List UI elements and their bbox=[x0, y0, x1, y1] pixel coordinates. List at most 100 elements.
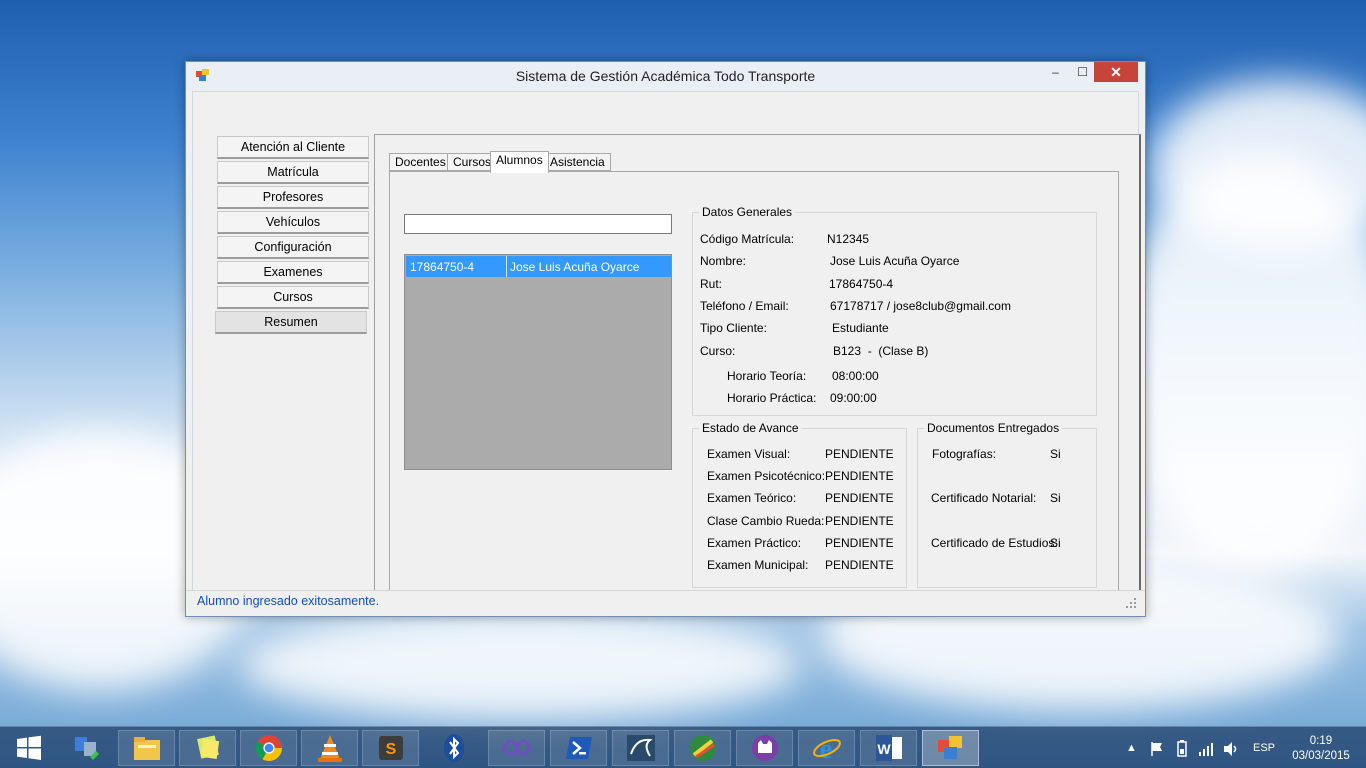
telefono-value: 67178717 / jose8club@gmail.com bbox=[830, 299, 1011, 313]
bluetooth-icon bbox=[443, 734, 464, 762]
tab-asistencia[interactable]: Asistencia bbox=[544, 153, 611, 171]
examen-teorico-label: Examen Teórico: bbox=[707, 491, 797, 505]
certificado-estudios-value: Si bbox=[1050, 536, 1061, 550]
show-hidden-icons[interactable]: ▲ bbox=[1126, 727, 1137, 768]
students-list[interactable]: 17864750-4 Jose Luis Acuña Oyarce bbox=[404, 254, 672, 470]
menu-cursos-button[interactable]: Cursos bbox=[217, 286, 369, 309]
list-item-rut: 17864750-4 bbox=[410, 260, 475, 274]
search-input[interactable] bbox=[404, 214, 672, 234]
svg-text:W: W bbox=[877, 741, 891, 757]
taskbar-app[interactable] bbox=[922, 730, 979, 766]
documentos-title: Documentos Entregados bbox=[924, 421, 1063, 435]
taskbar-pidgin[interactable] bbox=[674, 730, 731, 766]
main-panel: Docentes Cursos Alumnos Asistencia 17864… bbox=[374, 134, 1141, 602]
taskbar-file-explorer[interactable] bbox=[118, 730, 175, 766]
clock[interactable]: 0:19 03/03/2015 bbox=[1286, 734, 1356, 764]
minimize-button[interactable]: – bbox=[1042, 62, 1069, 82]
menu-profesores-button[interactable]: Profesores bbox=[217, 186, 369, 209]
examen-teorico-value: PENDIENTE bbox=[825, 491, 894, 505]
estado-avance-title: Estado de Avance bbox=[699, 421, 802, 435]
documentos-group: Documentos Entregados Fotografías: Si Ce… bbox=[917, 421, 1097, 588]
fotografias-value: Si bbox=[1050, 447, 1061, 461]
desktop-manager-icon bbox=[74, 737, 99, 760]
examen-practico-label: Examen Práctico: bbox=[707, 536, 802, 550]
taskbar: S e W ▲ ESP 0:19 03/03/2015 bbox=[0, 726, 1366, 768]
volume-icon[interactable] bbox=[1222, 741, 1240, 757]
menu-atencion-button[interactable]: Atención al Cliente bbox=[217, 136, 369, 159]
language-indicator[interactable]: ESP bbox=[1253, 727, 1275, 768]
menu-examenes-button[interactable]: Examenes bbox=[217, 261, 369, 284]
status-bar: Alumno ingresado exitosamente. bbox=[186, 590, 1145, 612]
examen-practico-value: PENDIENTE bbox=[825, 536, 894, 550]
horario-teoria-value: 08:00:00 bbox=[832, 369, 879, 383]
taskbar-bluetooth[interactable] bbox=[425, 730, 482, 766]
codigo-value: N12345 bbox=[827, 232, 870, 246]
rut-label: Rut: bbox=[700, 277, 723, 291]
horario-practica-label: Horario Práctica: bbox=[727, 391, 817, 405]
alumnos-tab-page: 17864750-4 Jose Luis Acuña Oyarce Datos … bbox=[389, 171, 1119, 597]
file-explorer-icon bbox=[133, 737, 160, 760]
network-signal-icon[interactable] bbox=[1198, 741, 1214, 757]
list-item-name: Jose Luis Acuña Oyarce bbox=[510, 260, 640, 274]
examen-visual-value: PENDIENTE bbox=[825, 447, 894, 461]
title-bar[interactable]: Sistema de Gestión Académica Todo Transp… bbox=[186, 62, 1145, 90]
taskbar-chrome[interactable] bbox=[240, 730, 297, 766]
tipo-cliente-label: Tipo Cliente: bbox=[700, 321, 767, 335]
examen-municipal-value: PENDIENTE bbox=[825, 558, 894, 572]
telefono-label: Teléfono / Email: bbox=[700, 299, 789, 313]
tipo-cliente-value: Estudiante bbox=[832, 321, 889, 335]
maximize-button[interactable]: ☐ bbox=[1069, 62, 1096, 82]
clase-cambio-rueda-label: Clase Cambio Rueda: bbox=[707, 514, 825, 528]
power-icon[interactable] bbox=[1174, 740, 1190, 758]
taskbar-desktop-manager[interactable] bbox=[58, 730, 115, 766]
column-separator bbox=[506, 256, 507, 277]
desktop-cloud bbox=[1120, 150, 1366, 570]
taskbar-visual-studio[interactable] bbox=[488, 730, 545, 766]
examen-visual-label: Examen Visual: bbox=[707, 447, 791, 461]
github-icon bbox=[751, 735, 778, 761]
clase-cambio-rueda-value: PENDIENTE bbox=[825, 514, 894, 528]
horario-teoria-label: Horario Teoría: bbox=[727, 369, 807, 383]
internet-explorer-icon: e bbox=[812, 734, 841, 763]
curso-label: Curso: bbox=[700, 344, 736, 358]
datos-generales-title: Datos Generales bbox=[699, 205, 796, 219]
list-item[interactable]: 17864750-4 Jose Luis Acuña Oyarce bbox=[406, 256, 671, 277]
resize-grip-icon[interactable] bbox=[1125, 597, 1137, 609]
pidgin-icon bbox=[689, 735, 716, 761]
taskbar-github[interactable] bbox=[736, 730, 793, 766]
taskbar-mysql-workbench[interactable] bbox=[612, 730, 669, 766]
taskbar-internet-explorer[interactable]: e bbox=[798, 730, 855, 766]
taskbar-word[interactable]: W bbox=[860, 730, 917, 766]
examen-psicotecnico-label: Examen Psicotécnico: bbox=[707, 469, 826, 483]
window-title: Sistema de Gestión Académica Todo Transp… bbox=[515, 68, 816, 84]
menu-configuracion-button[interactable]: Configuración bbox=[217, 236, 369, 259]
close-button[interactable]: ✕ bbox=[1094, 62, 1138, 82]
status-text: Alumno ingresado exitosamente. bbox=[197, 594, 380, 608]
visual-studio-icon bbox=[501, 739, 532, 757]
taskbar-sticky-notes[interactable] bbox=[179, 730, 236, 766]
sticky-notes-icon bbox=[196, 735, 219, 760]
start-icon bbox=[16, 735, 41, 760]
menu-vehiculos-button[interactable]: Vehículos bbox=[217, 211, 369, 234]
svg-text:S: S bbox=[385, 741, 396, 758]
tab-alumnos[interactable]: Alumnos bbox=[490, 151, 549, 173]
horario-practica-value: 09:00:00 bbox=[830, 391, 877, 405]
start-button[interactable] bbox=[0, 730, 57, 766]
window-client: Atención al Cliente Matrícula Profesores… bbox=[192, 91, 1141, 611]
nombre-label: Nombre: bbox=[700, 254, 747, 268]
certificado-notarial-label: Certificado Notarial: bbox=[931, 491, 1037, 505]
menu-resumen-button[interactable]: Resumen bbox=[215, 311, 367, 334]
tab-docentes[interactable]: Docentes bbox=[389, 153, 452, 171]
taskbar-sublime-text[interactable]: S bbox=[362, 730, 419, 766]
codigo-label: Código Matrícula: bbox=[700, 232, 795, 246]
taskbar-vlc[interactable] bbox=[301, 730, 358, 766]
fotografias-label: Fotografías: bbox=[932, 447, 997, 461]
taskbar-powershell[interactable] bbox=[550, 730, 607, 766]
word-icon: W bbox=[875, 735, 902, 761]
desktop-cloud bbox=[240, 610, 800, 720]
curso-value: B123 - (Clase B) bbox=[833, 344, 929, 358]
main-window: Sistema de Gestión Académica Todo Transp… bbox=[185, 61, 1146, 617]
chrome-icon bbox=[255, 735, 282, 762]
menu-matricula-button[interactable]: Matrícula bbox=[217, 161, 369, 184]
flag-icon[interactable] bbox=[1150, 741, 1164, 757]
